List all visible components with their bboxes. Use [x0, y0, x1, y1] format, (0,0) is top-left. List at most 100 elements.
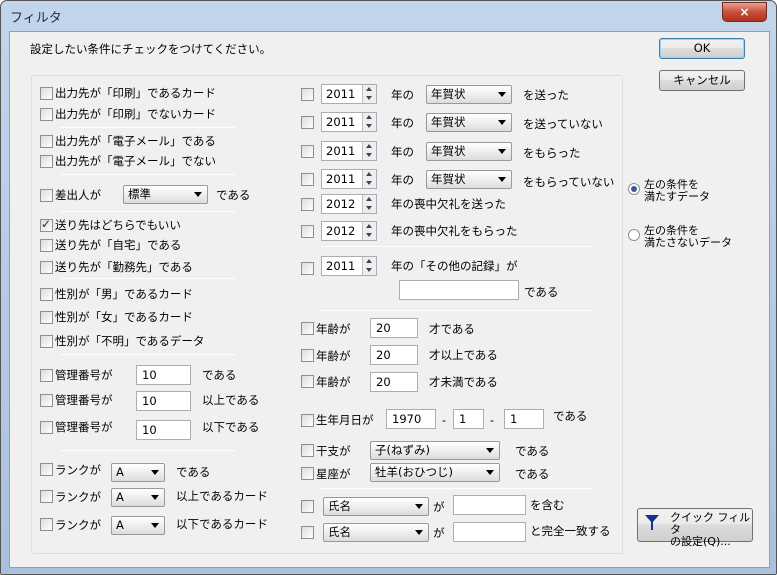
spinner-arrows-icon[interactable] [362, 85, 376, 103]
spinner-arrows-icon[interactable] [362, 257, 376, 275]
nenga-notsent-year-spinner[interactable]: 2011 [321, 112, 377, 132]
exact-field-select[interactable]: 氏名 [323, 523, 429, 542]
sex-male-checkbox[interactable] [40, 288, 53, 301]
dest-work-label: 送り先が「勤務先」である [55, 260, 193, 274]
mgmt-le-checkbox[interactable] [40, 421, 53, 434]
separator [60, 127, 235, 128]
contains-checkbox[interactable] [301, 500, 314, 513]
rank-ge-checkbox[interactable] [40, 490, 53, 503]
nenga-notsent-type-select[interactable]: 年賀状 [426, 113, 512, 132]
birthday-year-input[interactable]: 1970 [386, 409, 436, 429]
sex-unknown-label: 性別が「不明」であるデータ [55, 334, 205, 348]
mourning-received-label: 年の喪中欠礼をもらった [391, 224, 518, 238]
filter-dialog: フィルタ × 設定したい条件にチェックをつけてください。 OK キャンセル 出力… [0, 0, 777, 575]
zodiac-label: 星座が [316, 467, 351, 481]
age-lt-suffix: 才未満である [429, 375, 498, 389]
mgmt-ge-input[interactable]: 10 [136, 391, 191, 411]
rank-le-checkbox[interactable] [40, 518, 53, 531]
age-eq-input[interactable]: 20 [370, 318, 418, 338]
mgmt-ge-checkbox[interactable] [40, 394, 53, 407]
mourning-received-year-spinner[interactable]: 2012 [321, 221, 377, 241]
exact-text-input[interactable] [453, 522, 526, 542]
close-button[interactable]: × [722, 2, 767, 22]
spinner-arrows-icon[interactable] [362, 170, 376, 188]
sex-female-checkbox[interactable] [40, 311, 53, 324]
age-lt-input[interactable]: 20 [370, 372, 418, 392]
spinner-arrows-icon[interactable] [362, 113, 376, 131]
birthday-checkbox[interactable] [301, 414, 314, 427]
mgmt-eq-input[interactable]: 10 [136, 365, 191, 385]
contains-field-select[interactable]: 氏名 [323, 497, 429, 516]
sender-checkbox[interactable] [40, 189, 53, 202]
nomatch-radio[interactable] [628, 229, 640, 241]
rank-eq-suffix: である [176, 465, 211, 479]
ga-label: が [433, 526, 445, 540]
nenga-received-type-select[interactable]: 年賀状 [426, 142, 512, 161]
ok-button[interactable]: OK [659, 38, 745, 59]
zodiac-checkbox[interactable] [301, 467, 314, 480]
mgmt-eq-checkbox[interactable] [40, 369, 53, 382]
mourning-sent-year-spinner[interactable]: 2012 [321, 194, 377, 214]
nenga-notreceived-type-select[interactable]: 年賀状 [426, 170, 512, 189]
birthday-suffix: である [553, 409, 588, 423]
rank-ge-label: ランクが [55, 490, 101, 504]
birthday-month-input[interactable]: 1 [453, 409, 484, 429]
rank-eq-checkbox[interactable] [40, 463, 53, 476]
nenga-received-year-spinner[interactable]: 2011 [321, 141, 377, 161]
spinner-arrows-icon[interactable] [362, 195, 376, 213]
print-yes-checkbox[interactable] [40, 87, 53, 100]
other-record-checkbox[interactable] [301, 262, 314, 275]
cancel-button[interactable]: キャンセル [659, 70, 745, 91]
other-record-label: 年の「その他の記録」が [391, 259, 518, 273]
rank-eq-select[interactable]: A [111, 463, 165, 482]
nenga-notreceived-year-spinner[interactable]: 2011 [321, 169, 377, 189]
age-eq-checkbox[interactable] [301, 322, 314, 335]
nenga-received-checkbox[interactable] [301, 145, 314, 158]
eto-select[interactable]: 子(ねずみ) [370, 441, 500, 460]
spinner-arrows-icon[interactable] [362, 222, 376, 240]
contains-text-input[interactable] [453, 495, 526, 515]
sex-unknown-checkbox[interactable] [40, 335, 53, 348]
eto-checkbox[interactable] [301, 444, 314, 457]
rank-le-select[interactable]: A [111, 516, 165, 535]
exact-checkbox[interactable] [301, 526, 314, 539]
rank-ge-suffix: 以上であるカード [176, 489, 268, 503]
nenga-notsent-checkbox[interactable] [301, 116, 314, 129]
other-record-year-spinner[interactable]: 2011 [321, 256, 377, 276]
age-ge-checkbox[interactable] [301, 349, 314, 362]
quick-filter-button[interactable]: クイック フィルタ の設定(Q)... [637, 508, 753, 548]
mourning-sent-checkbox[interactable] [301, 198, 314, 211]
match-radio[interactable] [628, 183, 640, 195]
nenga-notreceived-checkbox[interactable] [301, 173, 314, 186]
nomatch-line2: 満たさないデータ [644, 236, 732, 249]
email-yes-checkbox[interactable] [40, 135, 53, 148]
other-record-suffix: である [524, 285, 559, 299]
spinner-arrows-icon[interactable] [362, 142, 376, 160]
mgmt-eq-suffix: である [202, 368, 237, 382]
email-no-checkbox[interactable] [40, 155, 53, 168]
rank-ge-select[interactable]: A [111, 488, 165, 507]
dest-home-label: 送り先が「自宅」である [55, 238, 182, 252]
sender-select[interactable]: 標準 [123, 185, 208, 204]
mgmt-le-input[interactable]: 10 [136, 420, 191, 440]
received-label: をもらった [523, 146, 581, 160]
nenga-sent-year-spinner[interactable]: 2011 [321, 84, 377, 104]
age-lt-checkbox[interactable] [301, 375, 314, 388]
not-sent-label: を送っていない [523, 117, 603, 131]
zodiac-select[interactable]: 牡羊(おひつじ) [370, 463, 500, 482]
mourning-received-checkbox[interactable] [301, 225, 314, 238]
separator [60, 174, 235, 175]
nenga-sent-checkbox[interactable] [301, 88, 314, 101]
dest-home-checkbox[interactable] [40, 239, 53, 252]
other-record-input[interactable] [399, 280, 519, 300]
age-ge-input[interactable]: 20 [370, 345, 418, 365]
nenga-sent-type-select[interactable]: 年賀状 [426, 85, 512, 104]
exact-label: と完全一致する [530, 524, 611, 538]
birthday-day-input[interactable]: 1 [504, 409, 544, 429]
print-no-checkbox[interactable] [40, 108, 53, 121]
quick-line1: クイック フィルタ [670, 511, 751, 536]
dest-any-checkbox[interactable] [40, 217, 53, 232]
sent-label: を送った [523, 88, 569, 102]
mgmt-le-suffix: 以下である [202, 420, 260, 434]
dest-work-checkbox[interactable] [40, 261, 53, 274]
